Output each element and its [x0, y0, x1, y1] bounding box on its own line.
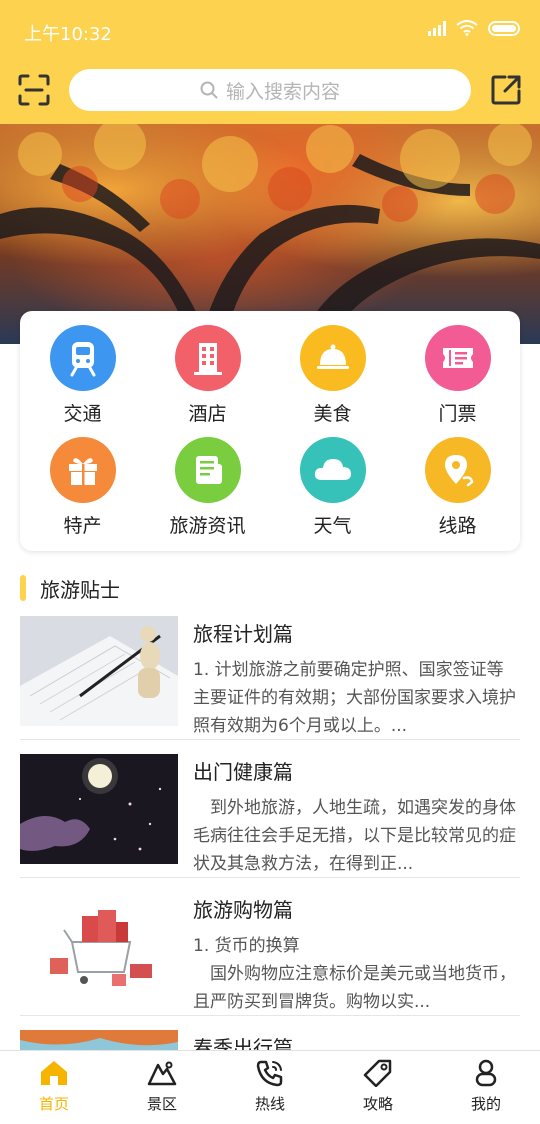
article-description: 1. 货币的换算 国外购物应注意标价是美元或当地货币，且严防买到冒牌货。购物以实… — [193, 936, 516, 1012]
tab-mine[interactable]: 我的 — [432, 1059, 540, 1119]
category-label: 门票 — [438, 403, 477, 425]
gift-icon — [49, 437, 116, 503]
food-cover-icon — [299, 325, 366, 391]
article-item[interactable]: 出门健康篇 到外地旅游，人地生疏，如遇突发的身体毛病往往会手足无措，以下是比较常… — [20, 754, 520, 878]
tab-home[interactable]: 首页 — [0, 1059, 108, 1119]
mountain-icon — [147, 1061, 177, 1086]
top-header: 输入搜索内容 — [0, 62, 540, 124]
article-title: 旅游购物篇 — [193, 898, 293, 922]
category-food[interactable]: 美食 — [270, 325, 395, 435]
hotel-icon — [174, 325, 241, 391]
category-label: 天气 — [313, 515, 352, 537]
category-route[interactable]: 线路 — [395, 437, 520, 547]
article-title: 出门健康篇 — [193, 760, 293, 784]
article-item[interactable]: 旅程计划篇 1. 计划旅游之前要确定护照、国家签证等主要证件的有效期；大部份国家… — [20, 616, 520, 740]
status-icons — [428, 20, 520, 36]
search-icon — [200, 81, 218, 99]
tab-guide[interactable]: 攻略 — [324, 1059, 432, 1119]
share-button[interactable] — [486, 70, 526, 110]
home-icon — [41, 1061, 67, 1085]
category-news[interactable]: 旅游资讯 — [145, 437, 270, 547]
cloud-icon — [299, 437, 366, 503]
tab-label: 首页 — [38, 1095, 69, 1113]
bottom-tab-bar: 首页 景区 热线 攻略 我的 — [0, 1050, 540, 1124]
category-label: 特产 — [63, 515, 102, 537]
search-placeholder: 输入搜索内容 — [225, 80, 340, 103]
status-time: 上午10:32 — [24, 24, 112, 45]
phone-icon — [256, 1060, 283, 1087]
article-description: 到外地旅游，人地生疏，如遇突发的身体毛病往往会手足无措，以下是比较常见的症状及其… — [193, 798, 516, 874]
tab-scenic[interactable]: 景区 — [108, 1059, 216, 1119]
tag-icon — [363, 1059, 392, 1087]
category-label: 酒店 — [188, 403, 227, 425]
section-title-text: 旅游贴士 — [40, 577, 120, 602]
article-thumbnail — [20, 754, 178, 864]
category-weather[interactable]: 天气 — [270, 437, 395, 547]
signal-icon — [428, 20, 446, 36]
ticket-icon — [424, 325, 491, 391]
route-pin-icon — [424, 437, 491, 503]
news-icon — [174, 437, 241, 503]
user-icon — [475, 1059, 497, 1087]
category-label: 美食 — [313, 403, 352, 425]
tab-label: 我的 — [470, 1095, 501, 1113]
category-grid: 交通 酒店 美食 门票 特产 旅游资讯 天气 线路 — [20, 311, 520, 551]
battery-icon — [488, 20, 520, 36]
train-icon — [49, 325, 116, 391]
category-label: 线路 — [438, 515, 477, 537]
article-title: 旅程计划篇 — [193, 622, 293, 646]
category-traffic[interactable]: 交通 — [20, 325, 145, 435]
category-label: 旅游资讯 — [169, 515, 246, 537]
tab-label: 景区 — [146, 1095, 177, 1113]
scan-button[interactable] — [14, 70, 54, 110]
external-link-icon — [491, 75, 521, 105]
article-thumbnail — [20, 616, 178, 726]
article-item[interactable]: 旅游购物篇 1. 货币的换算 国外购物应注意标价是美元或当地货币，且严防买到冒牌… — [20, 892, 520, 1016]
category-hotel[interactable]: 酒店 — [145, 325, 270, 435]
category-ticket[interactable]: 门票 — [395, 325, 520, 435]
section-accent-bar — [20, 575, 26, 601]
article-description: 1. 计划旅游之前要确定护照、国家签证等主要证件的有效期；大部份国家要求入境护照… — [193, 660, 516, 736]
tab-label: 攻略 — [362, 1095, 393, 1113]
tab-label: 热线 — [254, 1095, 285, 1113]
status-bar: 上午10:32 — [0, 0, 540, 62]
category-specialty[interactable]: 特产 — [20, 437, 145, 547]
tab-hotline[interactable]: 热线 — [216, 1059, 324, 1119]
category-label: 交通 — [63, 403, 102, 425]
scan-icon — [18, 74, 50, 106]
search-input[interactable]: 输入搜索内容 — [69, 69, 471, 111]
tips-section-title: 旅游贴士 — [20, 574, 120, 602]
article-thumbnail — [20, 892, 178, 1002]
wifi-icon — [456, 20, 478, 36]
